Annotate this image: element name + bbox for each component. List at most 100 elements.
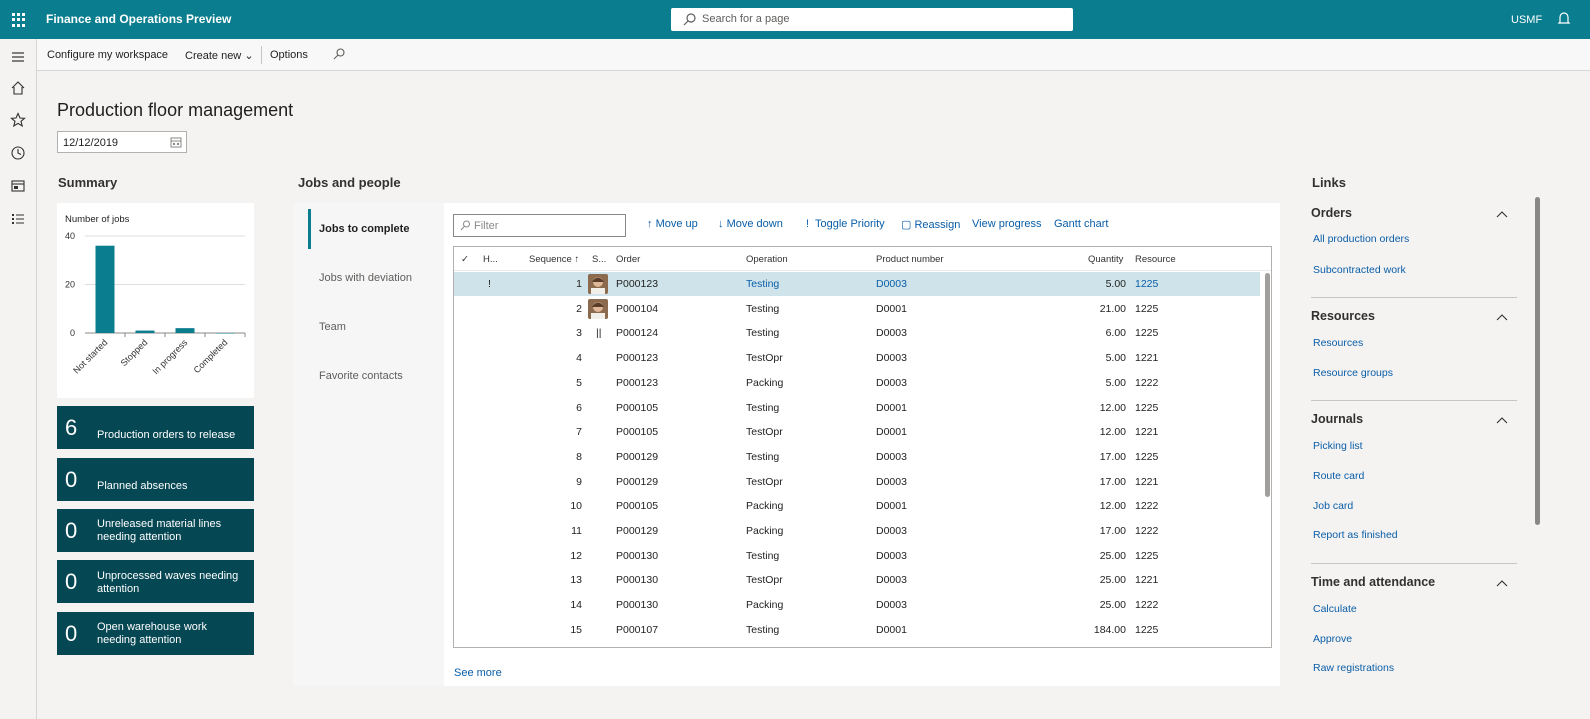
column-header-operation[interactable]: Operation [746, 254, 788, 265]
configure-workspace-button[interactable]: Configure my workspace [47, 49, 168, 61]
home-icon[interactable] [10, 80, 26, 96]
filter-input[interactable]: Filter [453, 214, 626, 237]
app-launcher-icon[interactable] [12, 13, 26, 27]
tile-label: Unreleased material lines needing attent… [97, 518, 222, 543]
link-item[interactable]: Approve [1313, 633, 1352, 645]
links-group-title[interactable]: Resources [1311, 309, 1375, 323]
tab-team[interactable]: Team [319, 321, 346, 333]
date-field[interactable]: 12/12/2019 [57, 131, 187, 153]
tile-unreleased-material-lines[interactable]: 0 Unreleased material lines needing atte… [57, 509, 254, 552]
cell-sequence: 15 [570, 623, 582, 636]
options-button[interactable]: Options [270, 49, 308, 61]
cell-resource: 1225 [1135, 401, 1159, 414]
table-row[interactable]: 10 P000105 Packing D0001 12.00 1222 [454, 494, 1260, 518]
chart-bar[interactable] [175, 328, 195, 333]
grid-scrollbar[interactable] [1265, 273, 1270, 497]
tile-unprocessed-waves[interactable]: 0 Unprocessed waves needing attention [57, 560, 254, 603]
separator [261, 46, 262, 64]
select-all-checkmark-icon[interactable]: ✓ [461, 254, 469, 265]
links-group-title[interactable]: Journals [1311, 412, 1363, 426]
link-item[interactable]: Picking list [1313, 440, 1363, 452]
chevron-up-icon[interactable] [1496, 416, 1508, 424]
table-row[interactable]: 8 P000129 Testing D0003 17.00 1225 [454, 445, 1260, 469]
reassign-label: Reassign [914, 219, 961, 231]
chart-bar[interactable] [95, 245, 115, 333]
link-item[interactable]: Report as finished [1313, 529, 1398, 541]
links-group-title[interactable]: Time and attendance [1311, 575, 1435, 589]
table-row[interactable]: 4 P000123 TestOpr D0003 5.00 1221 [454, 346, 1260, 370]
table-row[interactable]: 15 P000107 Testing D0001 184.00 1225 [454, 618, 1260, 642]
recent-clock-icon[interactable] [10, 145, 26, 161]
link-item[interactable]: Route card [1313, 470, 1364, 482]
links-scrollbar[interactable] [1535, 197, 1540, 525]
table-row[interactable]: 6 P000105 Testing D0001 12.00 1225 [454, 396, 1260, 420]
notification-icon[interactable] [1557, 11, 1571, 27]
company-picker[interactable]: USMF [1511, 14, 1542, 26]
cell-product-number[interactable]: D0003 [876, 278, 907, 290]
reassign-button[interactable]: ▢ Reassign [901, 218, 960, 231]
see-more-link[interactable]: See more [454, 667, 502, 679]
tab-favorite-contacts[interactable]: Favorite contacts [319, 370, 403, 382]
table-row[interactable]: 12 P000130 Testing D0003 25.00 1225 [454, 544, 1260, 568]
workspaces-icon[interactable] [10, 178, 26, 194]
search-icon[interactable] [333, 48, 345, 60]
column-header-resource[interactable]: Resource [1135, 254, 1176, 265]
column-header-quantity[interactable]: Quantity [1088, 254, 1123, 265]
tile-open-warehouse-work[interactable]: 0 Open warehouse work needing attention [57, 612, 254, 655]
chevron-up-icon[interactable] [1496, 579, 1508, 587]
chevron-up-icon[interactable] [1496, 210, 1508, 218]
tab-jobs-to-complete[interactable]: Jobs to complete [319, 223, 409, 235]
chevron-up-icon[interactable] [1496, 313, 1508, 321]
link-item[interactable]: Resources [1313, 337, 1363, 349]
tile-production-orders-to-release[interactable]: 6 Production orders to release [57, 406, 254, 449]
move-up-button[interactable]: ↑ Move up [647, 218, 698, 230]
tab-jobs-with-deviation[interactable]: Jobs with deviation [319, 272, 412, 284]
table-row[interactable]: 13 P000130 TestOpr D0003 25.00 1221 [454, 568, 1260, 592]
hamburger-menu-icon[interactable] [10, 49, 26, 65]
table-row[interactable]: 3 || P000124 Testing D0003 6.00 1225 [454, 321, 1260, 345]
link-item[interactable]: Calculate [1313, 603, 1357, 615]
cell-order: P000105 [616, 500, 659, 513]
table-row[interactable]: 2 P000104 Testing D0001 21.00 1225 [454, 297, 1260, 321]
table-row[interactable]: 14 P000130 Packing D0003 25.00 1222 [454, 593, 1260, 617]
cell-quantity: 12.00 [1099, 500, 1126, 513]
gantt-chart-button[interactable]: Gantt chart [1054, 218, 1108, 230]
link-item[interactable]: All production orders [1313, 233, 1409, 245]
view-progress-button[interactable]: View progress [972, 218, 1042, 230]
app-title[interactable]: Finance and Operations Preview [46, 12, 231, 26]
page-search-input[interactable]: Search for a page [671, 8, 1073, 31]
separator [1311, 297, 1517, 298]
table-row[interactable]: 11 P000129 Packing D0003 17.00 1222 [454, 519, 1260, 543]
cell-resource: 1225 [1135, 302, 1159, 315]
favorites-star-icon[interactable] [10, 112, 26, 128]
column-header-h[interactable]: H... [483, 254, 498, 265]
modules-list-icon[interactable] [10, 211, 26, 227]
table-row[interactable]: 5 P000123 Packing D0003 5.00 1222 [454, 371, 1260, 395]
link-item[interactable]: Job card [1313, 500, 1353, 512]
create-new-button[interactable]: Create new ⌄ [185, 49, 254, 62]
cell-operation[interactable]: Testing [746, 278, 779, 290]
chart-bar[interactable] [215, 333, 235, 334]
cell-order: P000130 [616, 599, 659, 612]
jobs-chart-card[interactable]: Number of jobs 0 20 40 Not started Stopped In… [57, 203, 254, 398]
table-row[interactable]: 7 P000105 TestOpr D0001 12.00 1221 [454, 420, 1260, 444]
toggle-priority-button[interactable]: ! Toggle Priority [806, 218, 885, 230]
table-row[interactable]: ! 1 P000123 Testing D0003 5.00 1225 [454, 272, 1260, 296]
column-header-sequence[interactable]: Sequence ↑ [529, 254, 579, 265]
column-header-order[interactable]: Order [616, 254, 640, 265]
column-header-product-number[interactable]: Product number [876, 254, 944, 265]
cell-priority: ! [488, 278, 491, 290]
cell-sequence: 9 [576, 475, 582, 488]
chart-bar[interactable] [135, 330, 155, 333]
tile-planned-absences[interactable]: 0 Planned absences [57, 458, 254, 501]
move-down-button[interactable]: ↓ Move down [718, 218, 783, 230]
cell-resource[interactable]: 1225 [1135, 278, 1158, 290]
link-item[interactable]: Raw registrations [1313, 662, 1394, 674]
link-item[interactable]: Subcontracted work [1313, 264, 1406, 276]
cell-quantity: 12.00 [1099, 401, 1126, 414]
links-group-title[interactable]: Orders [1311, 206, 1352, 220]
column-header-s[interactable]: S... [592, 254, 606, 265]
link-item[interactable]: Resource groups [1313, 367, 1393, 379]
table-row[interactable]: 9 P000129 TestOpr D0003 17.00 1221 [454, 470, 1260, 494]
calendar-icon[interactable] [170, 136, 182, 148]
